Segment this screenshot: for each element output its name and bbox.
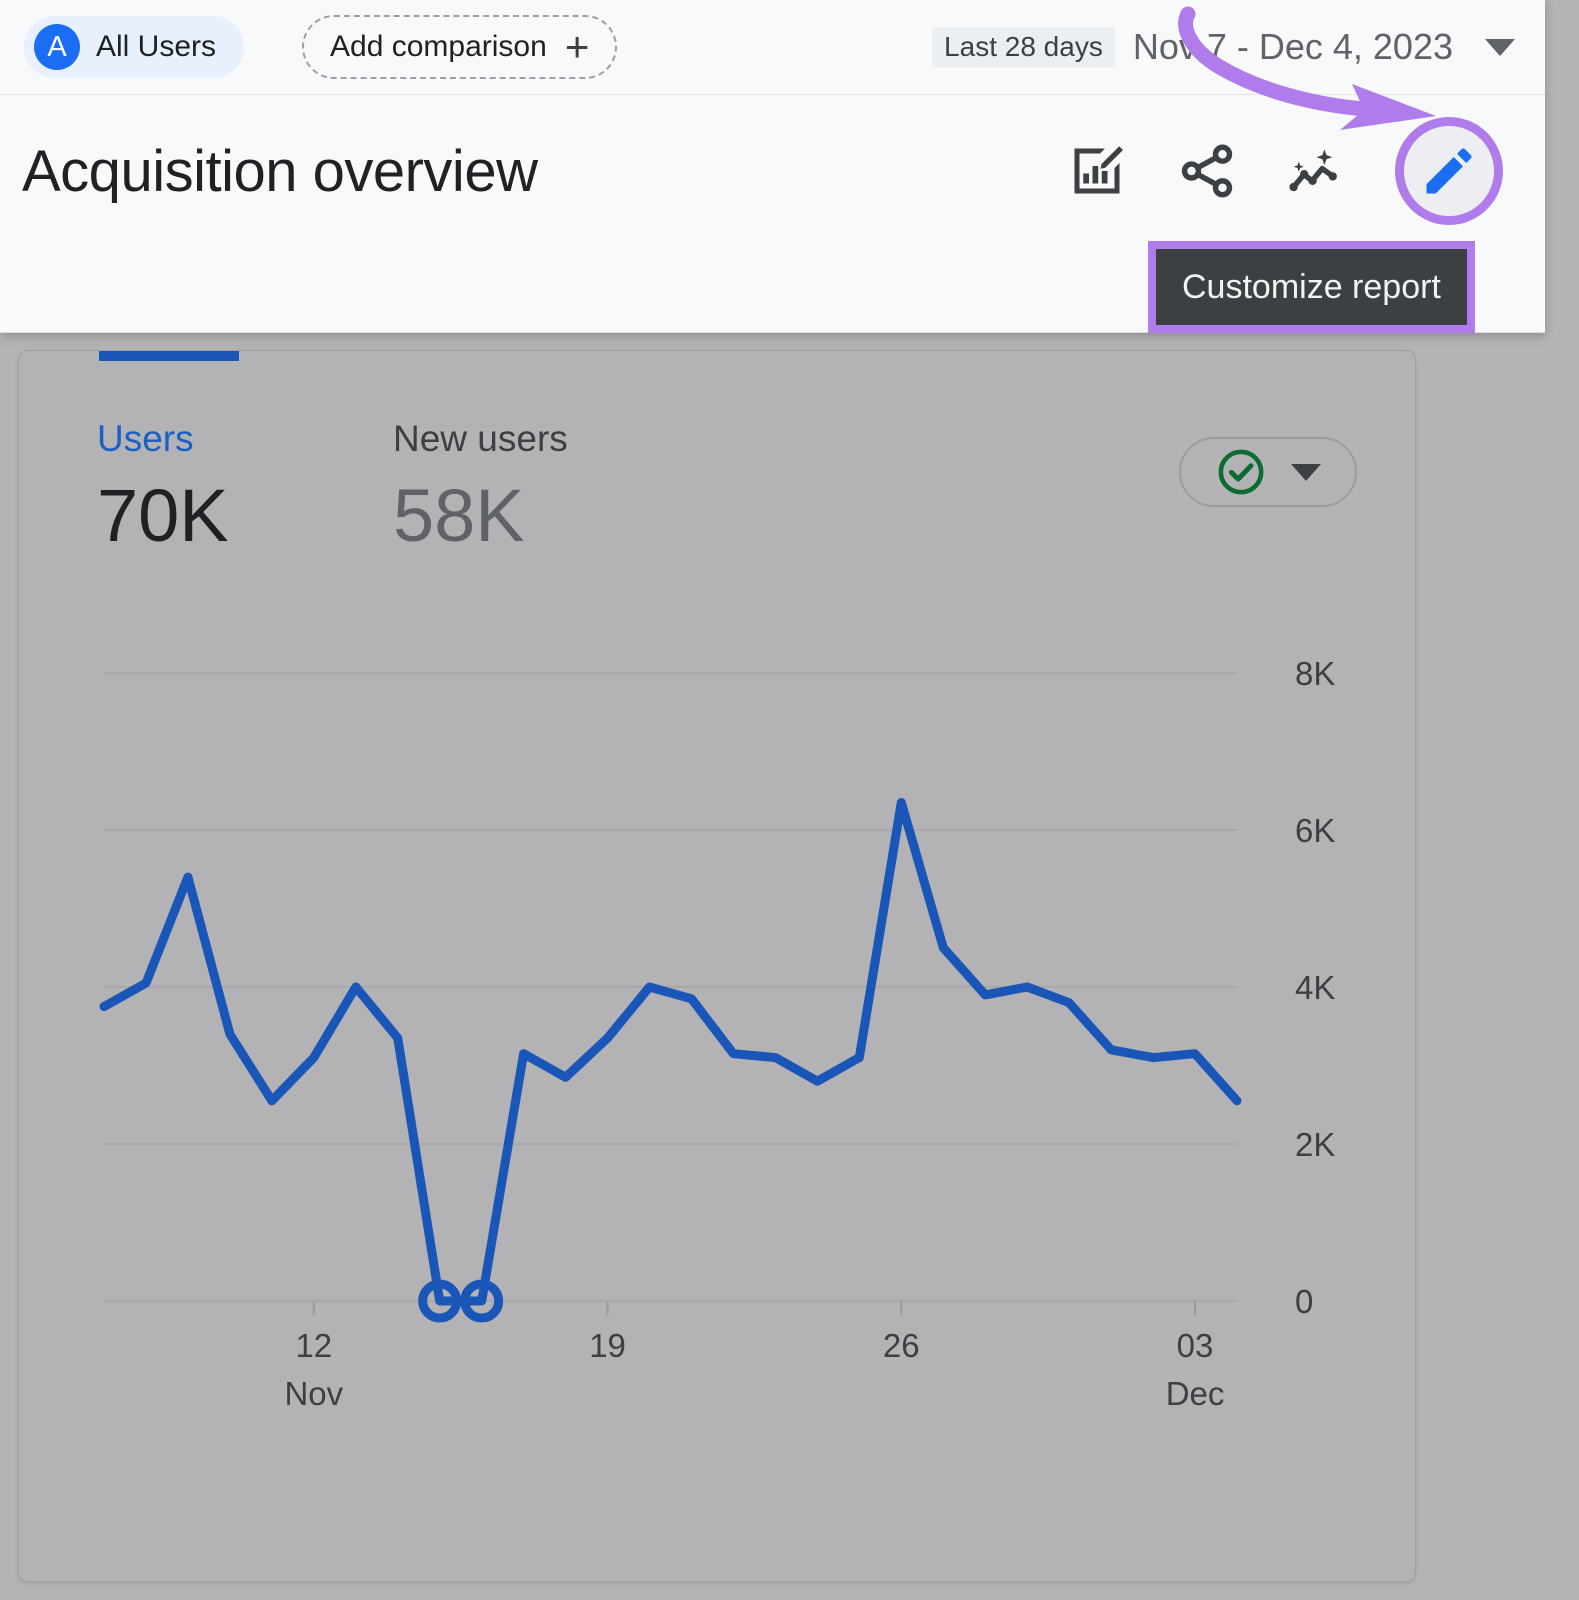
x-axis-tick-label: 03 [1177,1327,1214,1364]
tooltip-highlight: Customize report [1148,241,1475,333]
audience-chip-label: All Users [96,30,217,63]
avatar: A [34,24,80,70]
report-header-panel: A All Users Add comparison + Last 28 day… [0,0,1545,333]
edit-chart-icon[interactable] [1065,139,1129,203]
x-axis-month-label: Dec [1166,1375,1225,1412]
metric-users-value: 70K [97,473,229,557]
x-axis-tick-label: 19 [589,1327,626,1364]
plus-icon: + [564,23,590,71]
y-axis-tick-label: 0 [1295,1283,1313,1320]
x-axis-tick-label: 26 [883,1327,920,1364]
chevron-down-icon [1291,463,1321,481]
active-tab-indicator [99,351,239,361]
metric-users[interactable]: Users 70K [97,418,393,562]
customize-report-tooltip: Customize report [1156,249,1467,325]
pencil-icon [1426,148,1472,194]
comparison-bar: A All Users Add comparison + Last 28 day… [0,0,1545,95]
date-range-preset: Last 28 days [932,27,1115,67]
y-axis-tick-label: 2K [1295,1126,1335,1163]
metric-new-users-label: New users [393,418,568,459]
share-icon[interactable] [1175,139,1239,203]
x-axis-tick-label: 12 [295,1327,332,1364]
report-action-buttons [1065,117,1503,225]
check-circle-icon [1218,449,1264,495]
y-axis-tick-label: 6K [1295,812,1335,849]
screen: A All Users Add comparison + Last 28 day… [0,0,1579,1600]
metric-new-users[interactable]: New users 58K [393,418,568,562]
insights-icon[interactable] [1285,139,1349,203]
y-axis-tick-label: 8K [1295,655,1335,692]
date-range-selector[interactable]: Last 28 days Nov 7 - Dec 4, 2023 [932,26,1515,68]
metric-users-label: Users [97,418,194,459]
users-line-chart[interactable]: 0 2K 4K 6K 8K 12 Nov 19 26 03 Dec [19,619,1415,1419]
metric-summary: Users 70K New users 58K [97,418,568,562]
audience-chip-all-users[interactable]: A All Users [24,16,245,78]
date-range-value: Nov 7 - Dec 4, 2023 [1132,26,1453,67]
report-title-bar: Acquisition overview [0,96,1545,246]
customize-report-button[interactable] [1395,117,1503,225]
chevron-down-icon [1485,38,1515,56]
data-quality-dropdown[interactable] [1179,437,1357,507]
users-overview-card: Users 70K New users 58K 0 2K 4K 6K 8K 12 Nov 19… [18,350,1416,1582]
chart-line-users [99,798,1242,1306]
x-axis-month-label: Nov [284,1375,343,1412]
add-comparison-button[interactable]: Add comparison + [302,15,618,79]
metric-new-users-value: 58K [393,473,525,557]
chart-canvas: 0 2K 4K 6K 8K 12 Nov 19 26 03 Dec [99,655,1335,1412]
add-comparison-label: Add comparison [330,30,547,63]
page-title: Acquisition overview [22,138,538,204]
y-axis-tick-label: 4K [1295,969,1335,1006]
